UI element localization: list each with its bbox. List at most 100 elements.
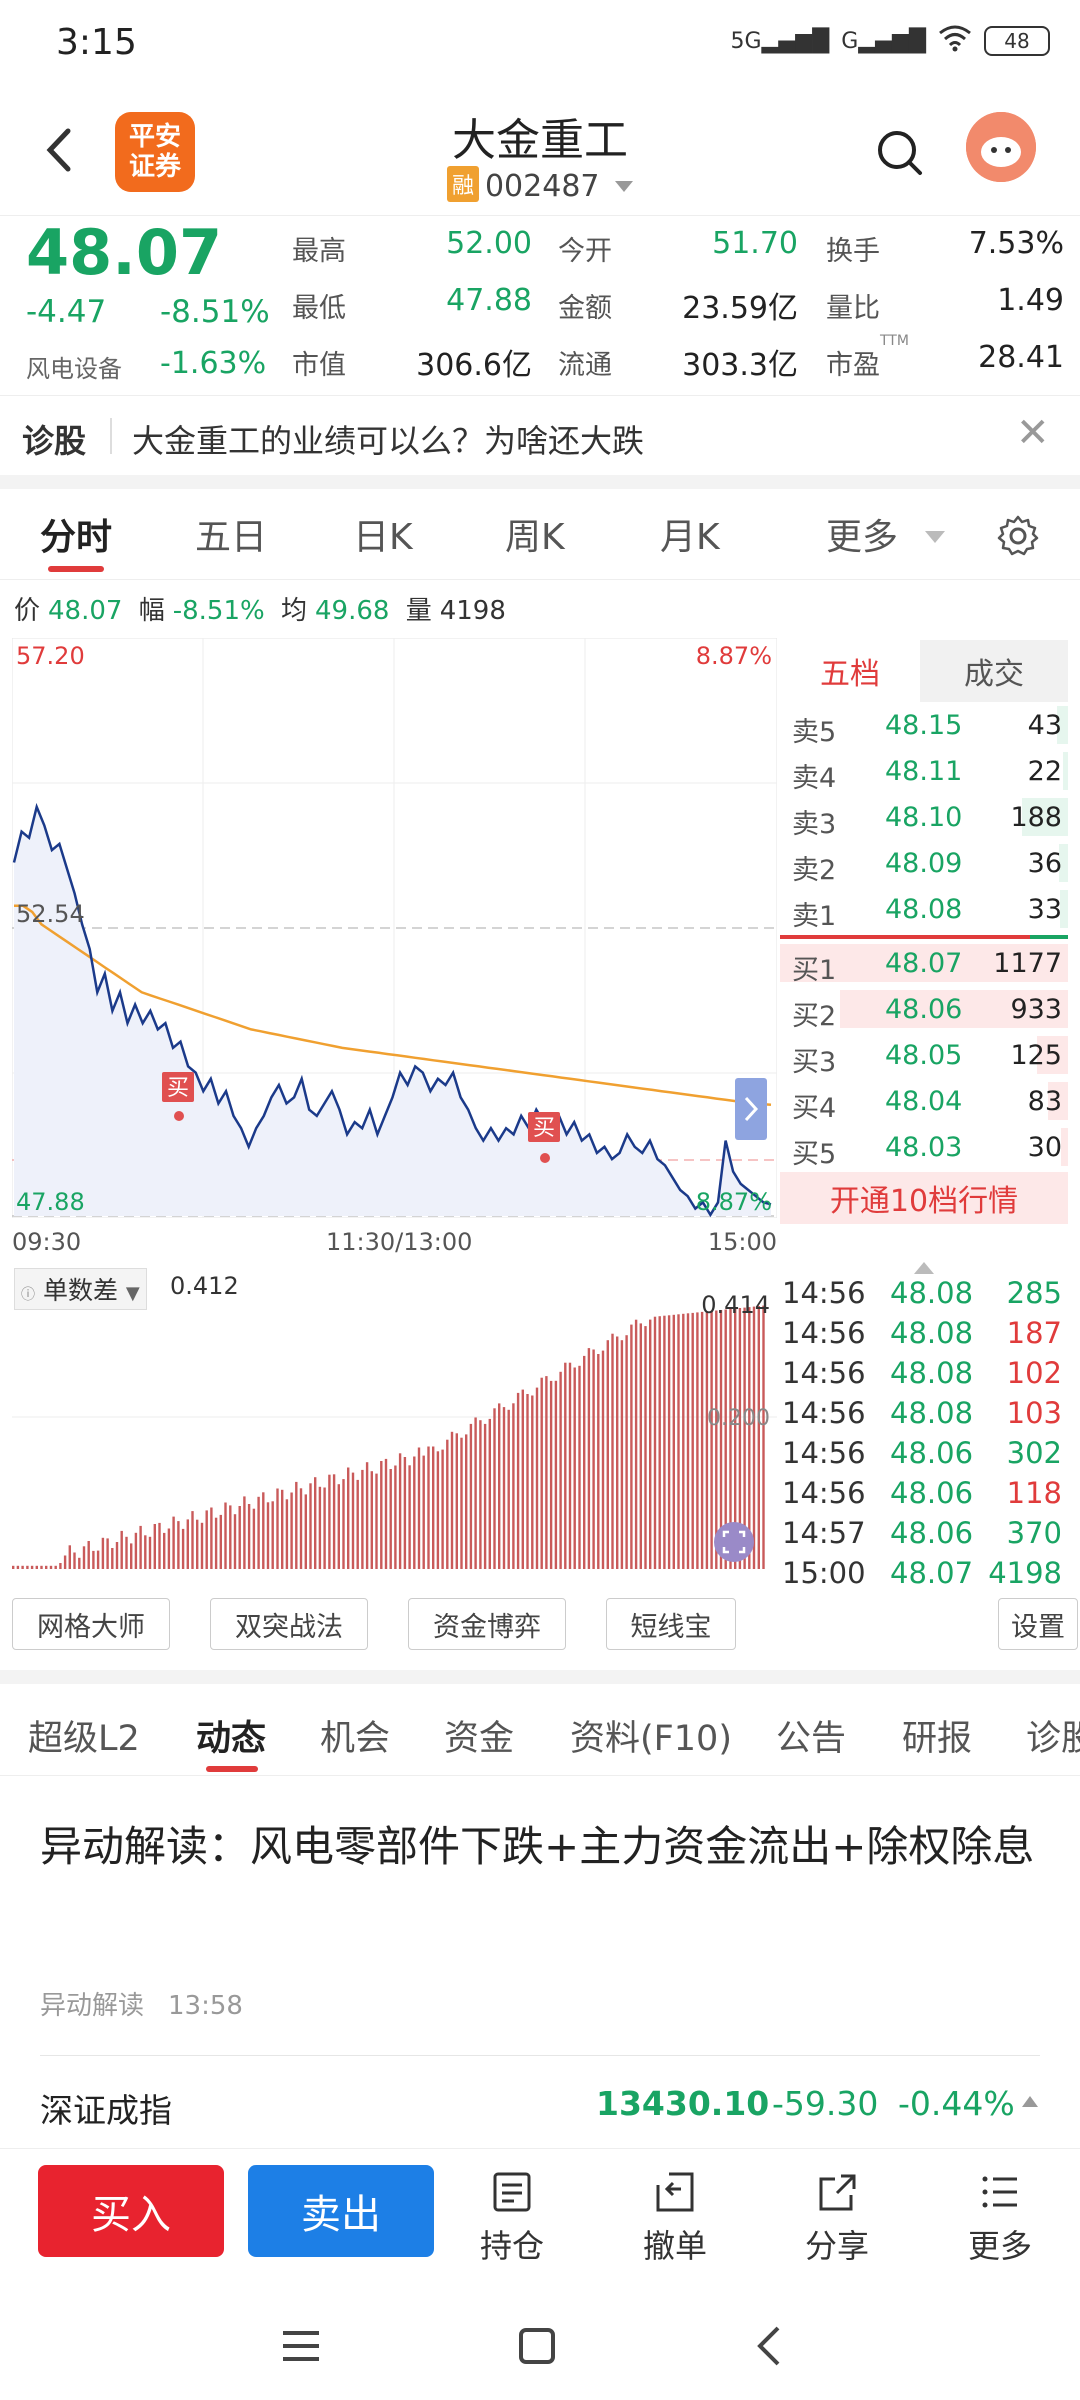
indicator-bar (700, 1311, 704, 1569)
tool-short-line[interactable]: 短线宝 (606, 1598, 736, 1650)
undo-icon (656, 2172, 694, 2212)
tab-daily-k[interactable]: 日K (353, 508, 413, 560)
indicator-bar (285, 1499, 289, 1569)
indicator-bar (488, 1418, 491, 1569)
search-button[interactable] (875, 128, 925, 178)
indicator-bar (96, 1550, 100, 1569)
field-value-high: 52.00 (446, 226, 532, 261)
indicator-bar (101, 1537, 105, 1569)
tab-monthly-k[interactable]: 月K (660, 508, 720, 560)
level-price: 48.05 (885, 1040, 963, 1071)
indicator-bar (115, 1542, 119, 1569)
diagnosis-banner[interactable]: 诊股 大金重工的业绩可以么？为啥还大跌 ✕ (0, 395, 1080, 475)
news-time: 13:58 (168, 1991, 243, 2021)
bid-row[interactable]: 买1 48.07 1177 (780, 940, 1068, 986)
tab-five-day[interactable]: 五日 (195, 508, 267, 560)
buy-button[interactable]: 买入 (38, 2165, 224, 2257)
info-price: 48.07 (48, 596, 123, 626)
indicator-bar (361, 1469, 364, 1569)
more-button[interactable]: 更多 (940, 2171, 1060, 2267)
nav-home-button[interactable] (517, 2326, 557, 2370)
info-vol: 4198 (439, 596, 506, 626)
tab-five-levels[interactable]: 五档 (780, 640, 920, 702)
indicator-chart[interactable]: 0.414 0.200 (12, 1265, 777, 1577)
cancel-order-button[interactable]: 撤单 (615, 2171, 735, 2267)
sector-name[interactable]: 风电设备 (26, 349, 122, 384)
ask-row[interactable]: 卖5 48.15 43 (780, 702, 1068, 748)
tool-settings[interactable]: 设置 (998, 1598, 1078, 1650)
close-icon[interactable]: ✕ (1016, 410, 1050, 456)
trade-scroll-up[interactable] (780, 1262, 1068, 1274)
ask-row[interactable]: 卖1 48.08 33 (780, 886, 1068, 932)
tab-more[interactable]: 更多 (826, 508, 946, 560)
bid-row[interactable]: 买5 48.03 30 (780, 1124, 1068, 1170)
ask-row[interactable]: 卖4 48.11 22 (780, 748, 1068, 794)
indicator-bar (266, 1502, 270, 1569)
expand-handle[interactable] (735, 1078, 767, 1140)
indicator-bar (252, 1508, 256, 1569)
indicator-bar (583, 1355, 586, 1569)
indicator-bar (205, 1510, 208, 1569)
trade-row: 14:56 48.06 118 (780, 1474, 1068, 1514)
field-value-float: 303.3亿 (682, 348, 798, 383)
tab-news[interactable]: 动态 (196, 1710, 266, 1761)
upgrade-level10-button[interactable]: 开通10档行情 (780, 1172, 1068, 1224)
tab-f10[interactable]: 资料(F10) (570, 1710, 732, 1761)
tab-trades[interactable]: 成交 (920, 640, 1068, 702)
indicator-bar (455, 1433, 458, 1569)
tab-opportunity[interactable]: 机会 (320, 1710, 390, 1761)
field-label-amount: 金额 (558, 293, 612, 324)
tool-grid-master[interactable]: 网格大师 (12, 1598, 170, 1650)
indicator-bar (502, 1407, 506, 1569)
tab-intraday[interactable]: 分时 (40, 508, 112, 560)
tool-double-break[interactable]: 双突战法 (210, 1598, 368, 1650)
indicator-bar (762, 1305, 765, 1569)
index-ticker[interactable]: 深证成指 13430.10 -59.30 -0.44% (0, 2070, 1080, 2142)
sell-button[interactable]: 卖出 (248, 2165, 434, 2257)
share-button[interactable]: 分享 (777, 2171, 897, 2267)
indicator-bar (436, 1451, 440, 1569)
indicator-bar (469, 1423, 473, 1569)
holdings-button[interactable]: 持仓 (452, 2171, 572, 2267)
home-icon (519, 2328, 555, 2364)
trade-list[interactable]: 14:56 48.08 285 14:56 48.08 187 14:56 48.08 102 1… (780, 1262, 1068, 1594)
tab-weekly-k[interactable]: 周K (505, 508, 565, 560)
bid-row[interactable]: 买3 48.05 125 (780, 1032, 1068, 1078)
settings-button[interactable] (996, 514, 1040, 562)
news-headline[interactable]: 异动解读：风电零部件下跌+主力资金流出+除权除息 (40, 1815, 1040, 1879)
ask-row[interactable]: 卖2 48.09 36 (780, 840, 1068, 886)
indicator-bar (370, 1471, 373, 1569)
indicator-bar (715, 1310, 718, 1569)
trade-action-bar: 买入 卖出 持仓 撤单 分享 更多 (0, 2148, 1080, 2288)
level-price: 48.08 (885, 894, 963, 925)
nav-back-button[interactable] (754, 2324, 784, 2372)
level-price: 48.10 (885, 802, 963, 833)
tab-diagnosis[interactable]: 诊股 (1026, 1710, 1080, 1761)
tab-announcements[interactable]: 公告 (776, 1710, 846, 1761)
indicator-bar (568, 1362, 572, 1569)
tool-capital-game[interactable]: 资金博弈 (408, 1598, 566, 1650)
tab-capital[interactable]: 资金 (444, 1710, 514, 1761)
ask-row[interactable]: 卖3 48.10 188 (780, 794, 1068, 840)
trade-time: 14:56 (782, 1476, 866, 1510)
chart-info-line: 价 48.07 幅 -8.51% 均 49.68 量 4198 (14, 590, 514, 627)
indicator-bar (705, 1311, 709, 1569)
tab-research[interactable]: 研报 (902, 1710, 972, 1761)
buy-marker-dot (174, 1111, 184, 1121)
tab-l2[interactable]: 超级L2 (28, 1710, 140, 1761)
indicator-bar (200, 1522, 204, 1569)
indicator-bar (295, 1481, 298, 1569)
bid-row[interactable]: 买4 48.04 83 (780, 1078, 1068, 1124)
avatar[interactable] (966, 112, 1036, 182)
fullscreen-button[interactable] (714, 1522, 754, 1562)
indicator-selector[interactable]: ⓘ 单数差 ▼ (14, 1268, 147, 1310)
indicator-bar (186, 1519, 189, 1569)
hamburger-icon (283, 2331, 319, 2361)
nav-menu-button[interactable] (280, 2328, 322, 2368)
intraday-chart[interactable]: 买 买 57.20 8.87% 52.54 47.88 8.87% (12, 638, 777, 1218)
back-arrow-icon (757, 2326, 780, 2366)
bid-row[interactable]: 买2 48.06 933 (780, 986, 1068, 1032)
level-volume: 43 (1027, 710, 1062, 741)
battery-level: 48 (1004, 29, 1030, 53)
indicator-bar (597, 1354, 600, 1569)
